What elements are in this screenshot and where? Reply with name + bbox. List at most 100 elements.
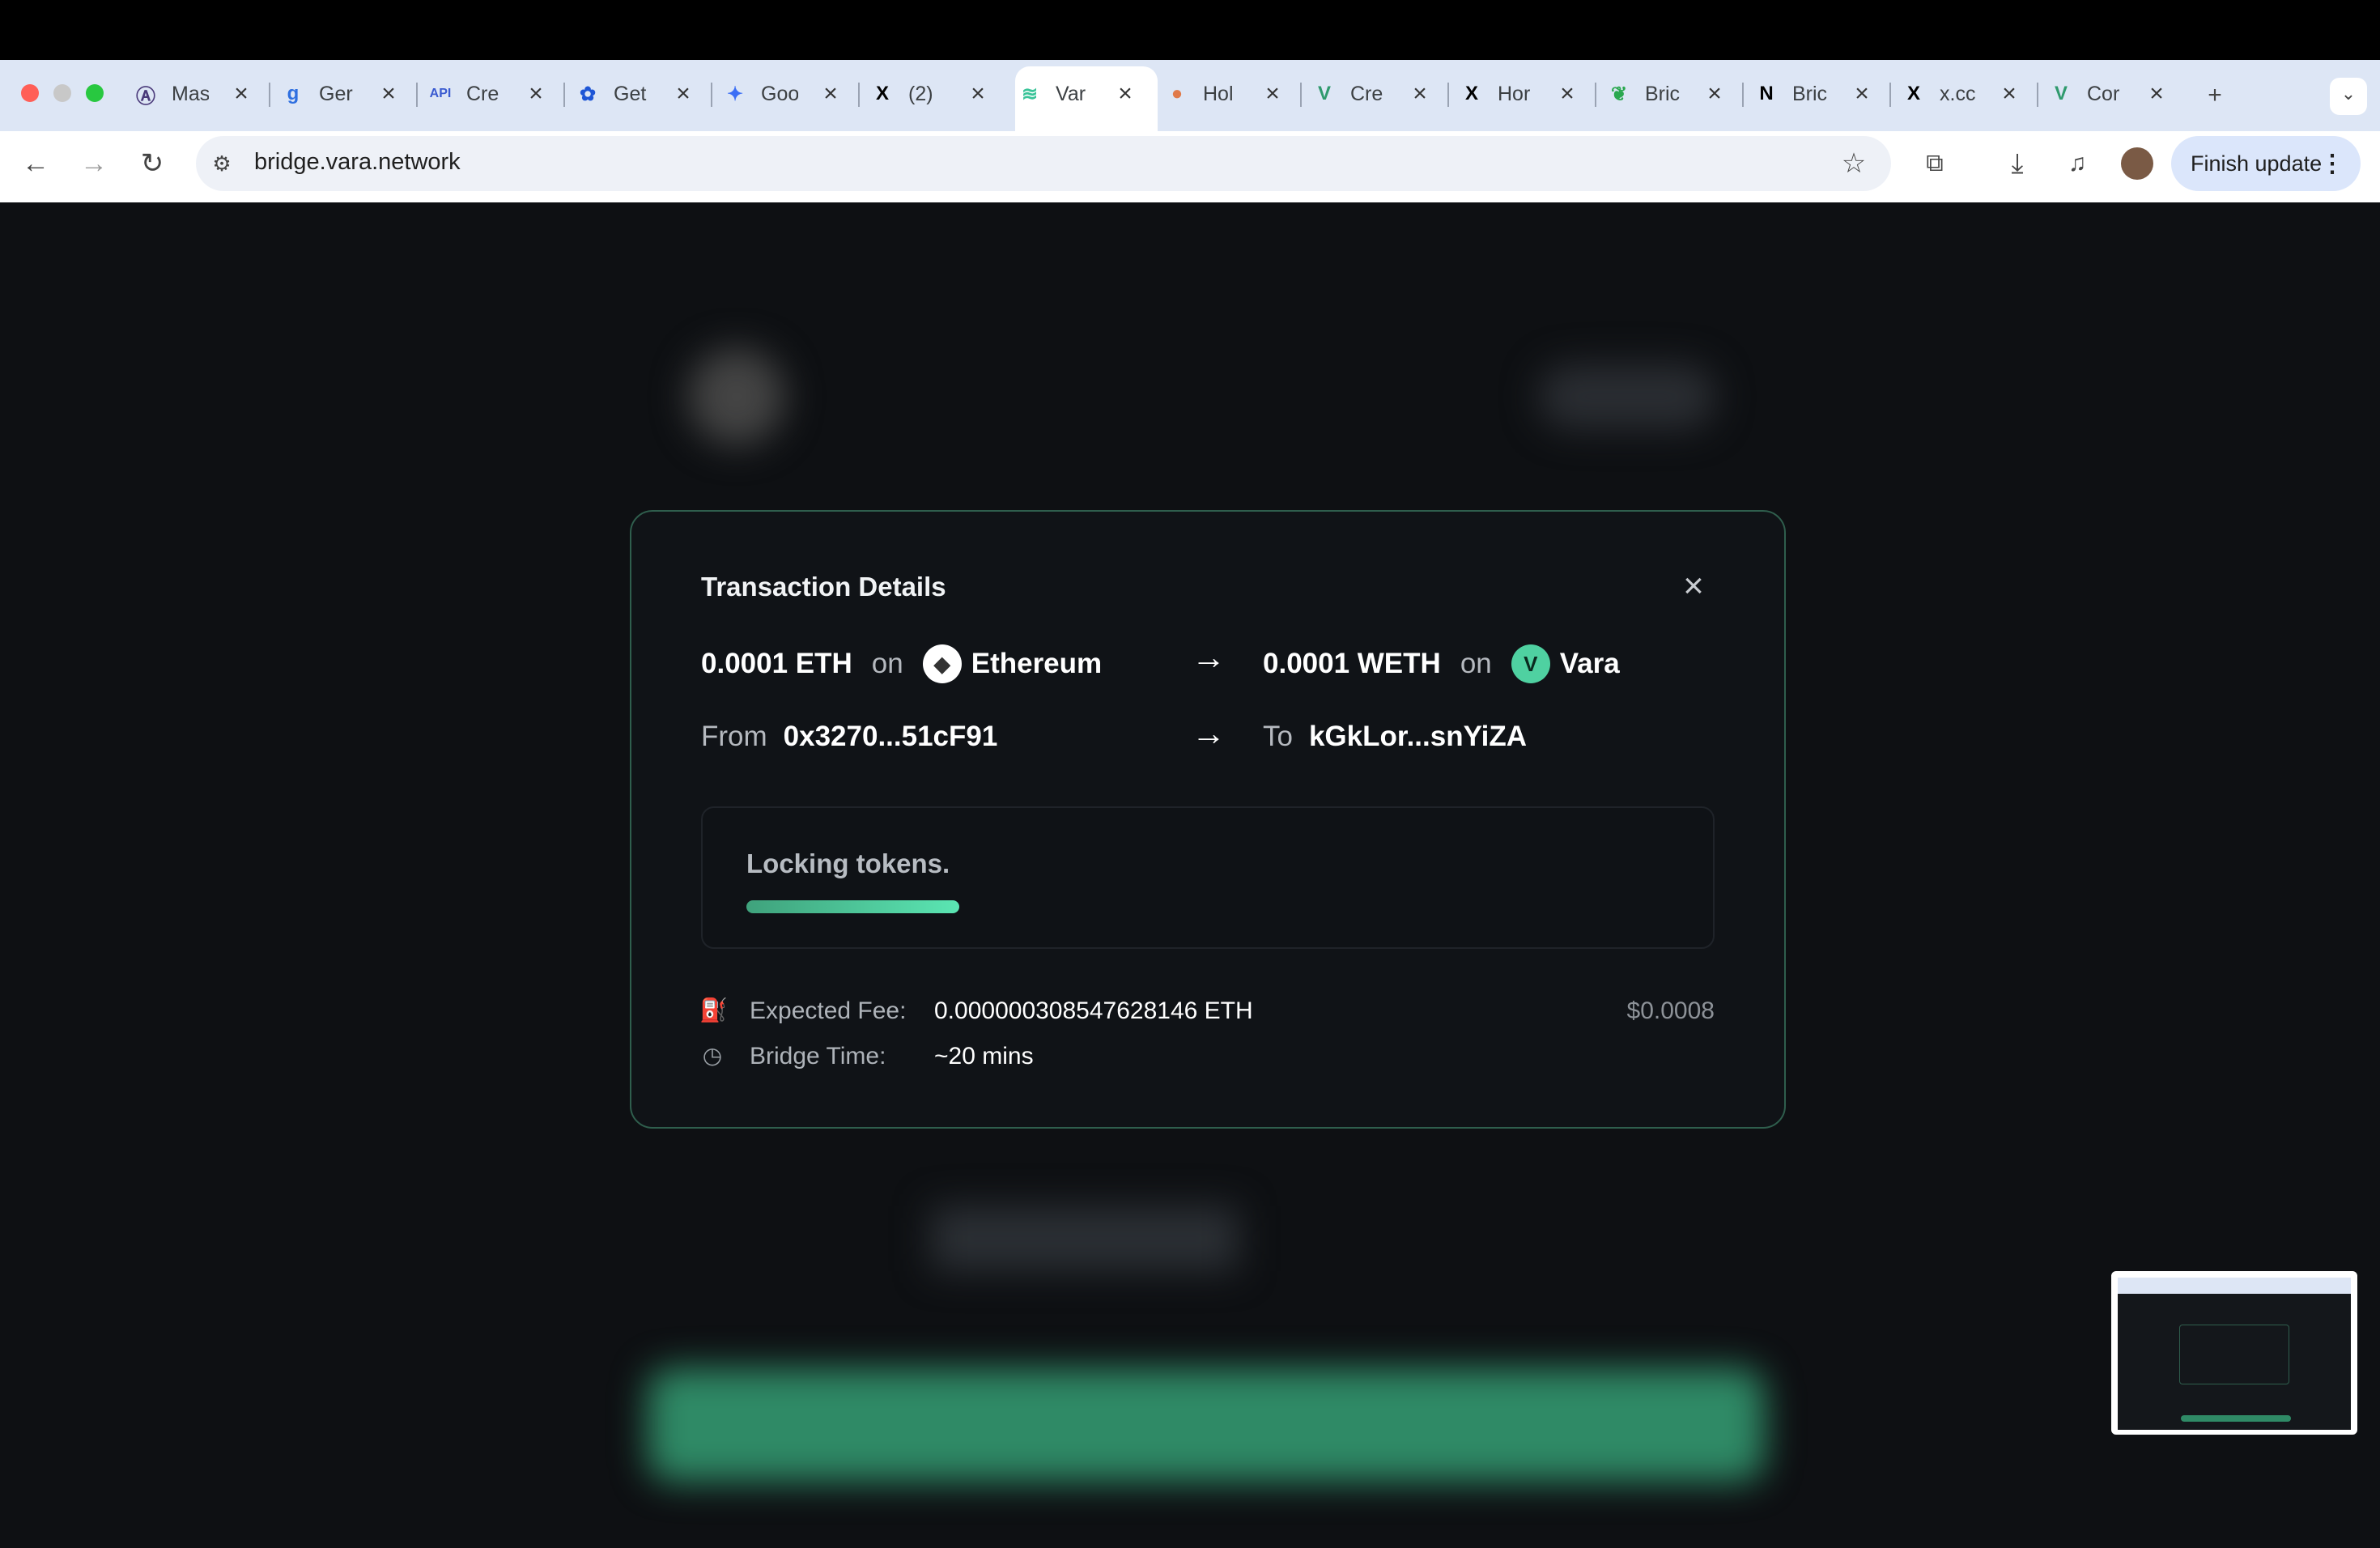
close-window-button[interactable]	[21, 84, 39, 102]
from-address-row: From 0x3270...51cF91	[701, 721, 997, 753]
to-on-label: on	[1460, 648, 1492, 679]
thumbnail-content	[2118, 1278, 2351, 1430]
to-amount-row: 0.0001 WETH on V Vara	[1263, 644, 1620, 683]
maskrider-logo-icon: Ⓐ	[136, 85, 155, 108]
tab-title: x.cc	[1940, 82, 1976, 105]
finish-update-button[interactable]: Finish update ⋮	[2171, 136, 2361, 191]
browser-tab[interactable]: ✿ Get ×	[575, 71, 696, 117]
blurred-submit-button	[648, 1368, 1765, 1482]
finish-update-label: Finish update	[2191, 151, 2323, 176]
vara-logo-icon: ≋	[1021, 83, 1039, 105]
tab-title: Get	[614, 82, 647, 105]
tab-close-icon[interactable]: ×	[1702, 81, 1728, 107]
gemini-sparkle-icon: ✦	[726, 83, 744, 105]
tab-title: Var	[1056, 82, 1086, 105]
ethereum-logo-icon: ◆	[922, 644, 962, 683]
tab-separator	[416, 83, 418, 107]
browser-tab[interactable]: V Cre ×	[1311, 71, 1433, 117]
close-icon[interactable]: ×	[1677, 568, 1710, 604]
tab-title: Cre	[1350, 82, 1383, 105]
media-queue-icon[interactable]: ♫	[2059, 147, 2095, 183]
from-label: From	[701, 721, 767, 752]
tab-close-icon[interactable]: ×	[965, 81, 991, 107]
from-on-label: on	[871, 648, 903, 679]
fee-value: 0.000000308547628146 ETH	[934, 997, 1253, 1024]
back-arrow-icon[interactable]: ←	[18, 147, 53, 183]
browser-tab[interactable]: ● Hol ×	[1164, 71, 1286, 117]
browser-tab[interactable]: g Ger ×	[280, 71, 402, 117]
reload-icon[interactable]: ↻	[134, 147, 170, 183]
tab-title: Mas	[172, 82, 209, 105]
butterfly-icon: ✿	[579, 83, 597, 105]
tab-separator	[2037, 83, 2038, 107]
browser-tab[interactable]: X Hor ×	[1459, 71, 1580, 117]
thumbnail-button	[2181, 1415, 2291, 1422]
browser-tab[interactable]: ❦ Bric ×	[1606, 71, 1728, 117]
drop-icon: ●	[1171, 83, 1184, 104]
tab-search-chevron-icon[interactable]: ⌄	[2330, 78, 2367, 115]
tab-close-icon[interactable]: ×	[1849, 81, 1875, 107]
to-amount: 0.0001 WETH	[1263, 648, 1441, 679]
blurred-field	[931, 1206, 1239, 1271]
browser-tab[interactable]: Ⓐ Mas ×	[133, 71, 254, 117]
thumbnail-browser-bar	[2118, 1278, 2351, 1294]
forward-arrow-icon[interactable]: →	[76, 147, 112, 183]
tab-title: Cre	[466, 82, 499, 105]
tab-close-icon[interactable]: ×	[1554, 81, 1580, 107]
download-icon[interactable]: ⤓	[2000, 147, 2035, 183]
x-logo-icon: X	[875, 83, 889, 104]
maximize-window-button[interactable]	[86, 84, 104, 102]
screenshot-preview-thumbnail[interactable]	[2111, 1271, 2357, 1435]
leaf-icon: ❦	[1610, 83, 1628, 105]
tab-title: Bric	[1645, 82, 1681, 105]
tab-close-icon[interactable]: ×	[228, 81, 254, 107]
browser-tab[interactable]: ≋ Var ×	[1017, 71, 1138, 117]
status-box: Locking tokens.	[701, 806, 1715, 949]
bridge-time-value: ~20 mins	[934, 1043, 1034, 1070]
fee-usd: $0.0008	[1626, 997, 1715, 1024]
tab-close-icon[interactable]: ×	[1407, 81, 1433, 107]
tab-separator	[1595, 83, 1596, 107]
tab-close-icon[interactable]: ×	[523, 81, 549, 107]
tab-title: Hor	[1498, 82, 1531, 105]
tab-separator	[563, 83, 565, 107]
progress-bar	[746, 900, 959, 913]
tab-close-icon[interactable]: ×	[818, 81, 844, 107]
arrow-right-icon: →	[1192, 714, 1226, 752]
browser-tab[interactable]: V Cor ×	[2048, 71, 2170, 117]
tab-separator	[711, 83, 712, 107]
tab-title: (2)	[908, 82, 933, 105]
tab-separator	[858, 83, 860, 107]
vara-logo-icon: V	[1511, 644, 1550, 683]
g-logo-icon: g	[287, 83, 300, 104]
extensions-puzzle-icon[interactable]: ⧉	[1917, 147, 1953, 183]
from-address: 0x3270...51cF91	[783, 721, 998, 752]
from-network: Ethereum	[971, 648, 1103, 679]
to-address: kGkLor...snYiZA	[1308, 721, 1528, 752]
tab-close-icon[interactable]: ×	[1112, 81, 1138, 107]
screen-top-bar	[0, 0, 2380, 60]
minimize-window-button[interactable]	[53, 84, 71, 102]
browser-tab[interactable]: ✦ Goo ×	[722, 71, 844, 117]
browser-tab[interactable]: API Cre ×	[427, 71, 549, 117]
browser-tab[interactable]: X (2) ×	[869, 71, 991, 117]
to-label: To	[1263, 721, 1293, 752]
tab-title: Hol	[1203, 82, 1234, 105]
bridge-time-label: Bridge Time:	[750, 1043, 886, 1070]
tab-close-icon[interactable]: ×	[2144, 81, 2170, 107]
tab-close-icon[interactable]: ×	[376, 81, 402, 107]
bookmark-star-icon[interactable]: ☆	[1836, 147, 1872, 183]
url-text[interactable]: bridge.vara.network	[254, 149, 461, 176]
tab-close-icon[interactable]: ×	[670, 81, 696, 107]
browser-tab[interactable]: Xx.cc ×	[1901, 71, 2022, 117]
site-settings-icon[interactable]: ⚙	[204, 147, 240, 183]
tab-close-icon[interactable]: ×	[1260, 81, 1286, 107]
new-tab-plus-icon[interactable]: +	[2197, 79, 2233, 115]
tab-close-icon[interactable]: ×	[1996, 81, 2022, 107]
to-address-row: To kGkLor...snYiZA	[1263, 721, 1527, 753]
x-logo-icon: X	[1464, 83, 1478, 104]
profile-avatar[interactable]	[2121, 147, 2153, 180]
browser-tab[interactable]: N Bric ×	[1753, 71, 1875, 117]
tab-separator	[1742, 83, 1744, 107]
blurred-logo	[688, 348, 785, 445]
